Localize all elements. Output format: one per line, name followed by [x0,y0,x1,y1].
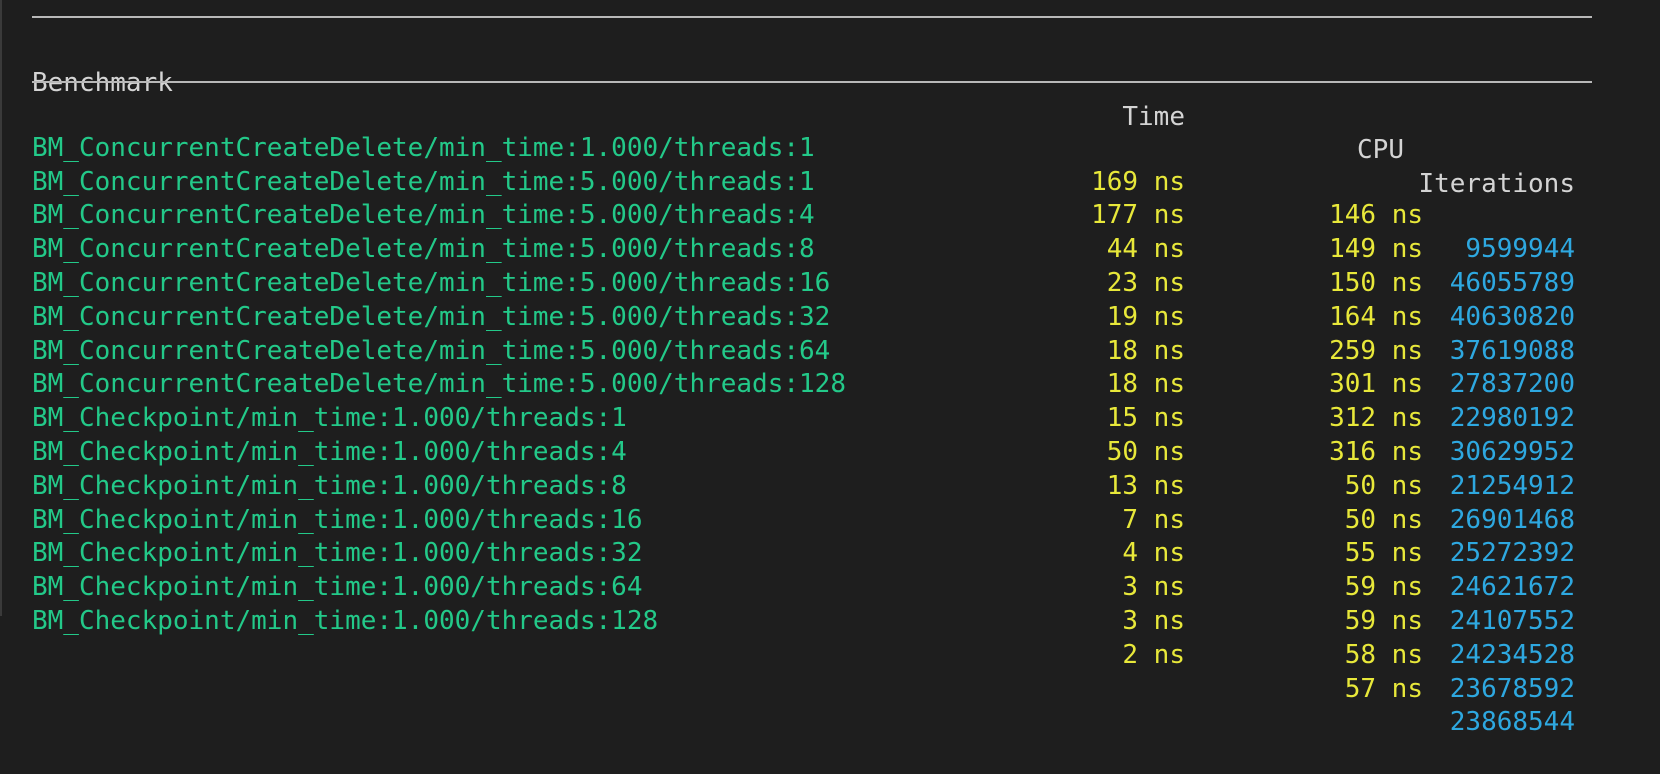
table-row: BM_ConcurrentCreateDelete/min_time:1.000… [32,98,1592,264]
row-iterations: 23678592 [1449,673,1575,704]
table-row: BM_ConcurrentCreateDelete/min_time:5.000… [32,166,1592,331]
terminal-left-border [0,0,2,616]
table-row: BM_ConcurrentCreateDelete/min_time:5.000… [32,301,1592,467]
table-row: BM_ConcurrentCreateDelete/min_time:5.000… [32,132,1592,298]
table-row: BM_Checkpoint/min_time:1.000/threads:16 … [32,470,1592,636]
row-time: 2 ns [1122,639,1185,670]
header-divider [32,81,1592,83]
row-cpu: 59 ns [1344,605,1423,636]
table-row: BM_ConcurrentCreateDelete/min_time:5.000… [32,199,1592,365]
row-cpu: 57 ns [1344,673,1423,704]
row-cpu: 58 ns [1344,639,1423,670]
table-header: Benchmark Time CPU Iterations [32,33,1592,199]
table-row: BM_Checkpoint/min_time:1.000/threads:8 7… [32,436,1592,602]
table-row: BM_ConcurrentCreateDelete/min_time:5.000… [32,335,1592,500]
row-benchmark-name: BM_Checkpoint/min_time:1.000/threads:128 [32,605,659,636]
header-benchmark: Benchmark [32,67,173,98]
table-row: BM_ConcurrentCreateDelete/min_time:5.000… [32,267,1592,433]
top-divider [32,16,1592,18]
table-row: BM_Checkpoint/min_time:1.000/threads:32 … [32,504,1592,669]
row-iterations: 23868544 [1449,707,1575,738]
row-time: 3 ns [1122,605,1185,636]
table-row: BM_Checkpoint/min_time:1.000/threads:128… [32,571,1592,737]
table-row: BM_ConcurrentCreateDelete/min_time:5.000… [32,233,1592,399]
row-iterations: 24107552 [1449,605,1575,636]
row-iterations: 24234528 [1449,639,1575,670]
table-row: BM_Checkpoint/min_time:1.000/threads:64 … [32,537,1592,703]
table-row: BM_Checkpoint/min_time:1.000/threads:4 1… [32,402,1592,568]
benchmark-results: BM_ConcurrentCreateDelete/min_time:1.000… [32,98,1592,738]
table-row: BM_Checkpoint/min_time:1.000/threads:1 5… [32,368,1592,534]
